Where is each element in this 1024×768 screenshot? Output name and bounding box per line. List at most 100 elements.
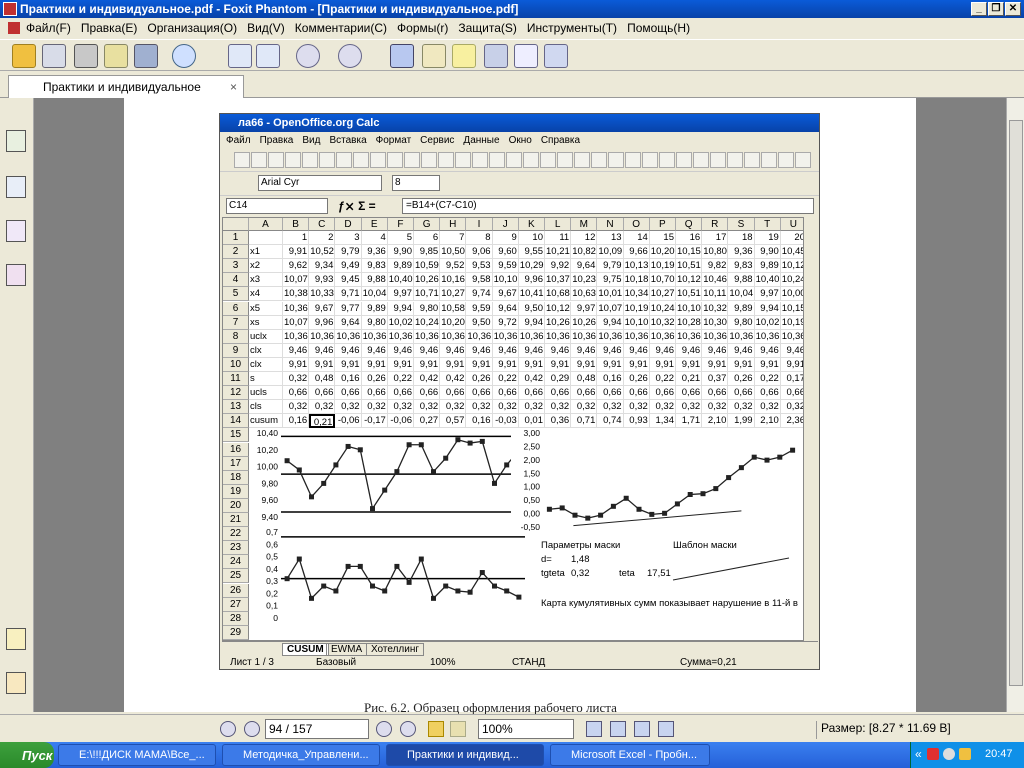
menu-protect[interactable]: Защита(S) [458,21,517,35]
cell[interactable]: 9,52 [440,259,467,274]
cell[interactable]: 0,32 [597,400,624,415]
column-header[interactable]: J [492,218,519,231]
cell[interactable]: 9,64 [335,315,362,330]
cell[interactable]: 1 [283,231,310,246]
select-all-corner[interactable] [223,218,249,231]
cell[interactable]: 10,12 [780,259,803,274]
cell[interactable]: 9,96 [518,273,545,288]
cell[interactable]: 9,46 [676,343,703,358]
cell[interactable]: -0,06 [387,414,414,429]
row-header[interactable]: 15 [223,428,249,443]
menu-view[interactable]: Вид(V) [247,21,285,35]
forward-arrow-icon[interactable] [450,721,466,737]
cell[interactable]: 9,46 [754,343,781,358]
cell[interactable]: 10,07 [283,273,310,288]
row-header[interactable]: 1 [223,231,249,246]
menu-forms[interactable]: Формы(r) [397,21,448,35]
calc-toolbar-icon[interactable] [574,152,590,168]
cell[interactable]: 2,10 [754,414,781,429]
cell[interactable]: 9,91 [728,357,755,372]
back-arrow-icon[interactable] [428,721,444,737]
row-header[interactable]: 11 [223,372,249,387]
cell[interactable]: 0,93 [623,414,650,429]
cell[interactable]: 10,23 [571,273,598,288]
cell[interactable]: 0,16 [597,372,624,387]
cell[interactable]: x4 [249,287,283,302]
cell[interactable]: 9,50 [518,301,545,316]
cell[interactable]: 10,10 [492,273,519,288]
cell[interactable]: 9,91 [518,357,545,372]
page-icon[interactable] [228,44,252,68]
row-header[interactable]: 16 [223,442,249,457]
cell[interactable]: 9,67 [492,287,519,302]
continuous-page-icon[interactable] [610,721,626,737]
cell[interactable]: 0,27 [414,414,441,429]
cell[interactable]: 10,04 [728,287,755,302]
cell[interactable]: 9,89 [754,259,781,274]
cell[interactable]: 0,22 [754,372,781,387]
cell[interactable]: 10,36 [361,329,388,344]
row-header[interactable]: 10 [223,357,249,372]
row-header[interactable]: 25 [223,569,249,584]
cell[interactable]: 9,46 [335,343,362,358]
cell[interactable]: 9,91 [387,357,414,372]
cell[interactable]: 9,93 [309,273,336,288]
name-box[interactable]: C14 [226,198,328,214]
row-header[interactable]: 2 [223,245,249,260]
cell[interactable]: 9,58 [466,273,493,288]
row-header[interactable]: 27 [223,597,249,612]
chart2-chart[interactable]: 0,7 0,6 0,5 0,4 0,3 0,2 0,1 0 [249,528,529,625]
cell[interactable]: 10,32 [649,315,676,330]
calc-toolbar-icon[interactable] [438,152,454,168]
cell[interactable]: 10,50 [440,245,467,260]
continuous-facing-icon[interactable] [658,721,674,737]
cell[interactable]: 0,32 [702,400,729,415]
calc-toolbar-icon[interactable] [455,152,471,168]
calc-menu-window[interactable]: Окно [509,135,532,146]
cell[interactable]: 0,36 [545,414,572,429]
cell[interactable]: 16 [676,231,703,246]
cell[interactable]: 9,89 [387,259,414,274]
cell[interactable]: 9,46 [309,343,336,358]
cell[interactable]: 9,91 [466,357,493,372]
menu-file[interactable]: Файл(F) [26,21,71,35]
row-header[interactable]: 19 [223,484,249,499]
cell[interactable]: 10,36 [492,329,519,344]
cell[interactable]: 0,16 [466,414,493,429]
calc-toolbar-icon[interactable] [489,152,505,168]
cell[interactable]: 10,36 [335,329,362,344]
cell[interactable]: 9,59 [492,259,519,274]
cell[interactable]: 10,82 [571,245,598,260]
pages-icon[interactable] [6,176,26,198]
cell[interactable]: 9,45 [335,273,362,288]
row-header[interactable]: 22 [223,527,249,542]
row-header[interactable]: 9 [223,343,249,358]
cell[interactable]: 10,36 [283,301,310,316]
column-header[interactable]: L [545,218,572,231]
cell[interactable]: 10,36 [571,329,598,344]
signature-icon[interactable] [6,220,26,242]
last-page-icon[interactable] [400,721,416,737]
calc-toolbar-icon[interactable] [693,152,709,168]
calc-toolbar-icon[interactable] [472,152,488,168]
cell[interactable]: 10,19 [649,259,676,274]
cell[interactable]: 9,91 [414,357,441,372]
column-header[interactable]: S [728,218,755,231]
hand-tool-icon[interactable] [390,44,414,68]
cell[interactable]: 10,02 [387,315,414,330]
zoom-select[interactable]: 100% [478,719,574,739]
cell[interactable]: 9,97 [571,301,598,316]
row-header[interactable]: 26 [223,583,249,598]
calc-toolbar-icon[interactable] [523,152,539,168]
calc-toolbar-icon[interactable] [285,152,301,168]
cell[interactable]: 0,66 [387,386,414,401]
scan-icon[interactable] [134,44,158,68]
cell[interactable]: 10,36 [649,329,676,344]
cell[interactable]: 9,88 [728,273,755,288]
cell[interactable]: 10,63 [571,287,598,302]
cell[interactable]: 9,91 [597,357,624,372]
cell[interactable]: 9,64 [571,259,598,274]
cell[interactable]: 0,32 [571,400,598,415]
chart3-chart[interactable]: 3,00 2,50 2,00 1,50 1,00 0,50 0,00 -0,50 [511,429,803,534]
cell[interactable]: 0,57 [440,414,467,429]
